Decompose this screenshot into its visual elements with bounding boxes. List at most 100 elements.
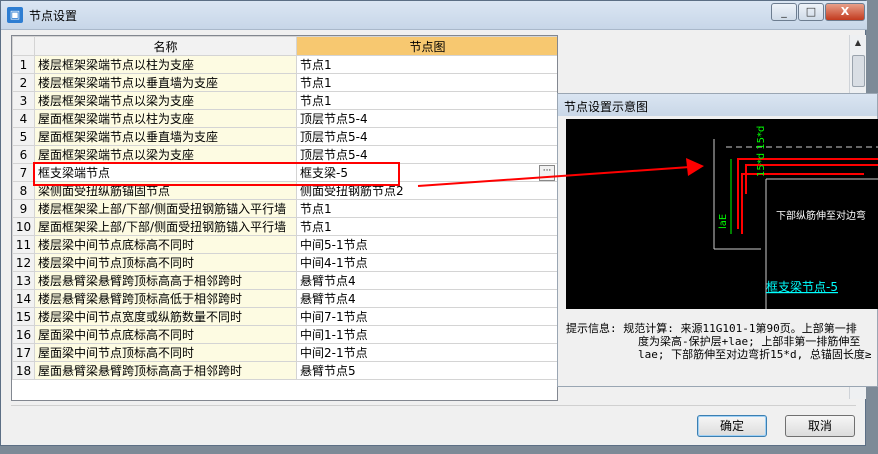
- row-number: 9: [12, 199, 35, 218]
- setting-name-cell[interactable]: 楼层框架梁端节点以垂直墙为支座: [34, 73, 297, 92]
- table-row[interactable]: 8 梁侧面受扭纵筋锚固节点 侧面受扭钢筋节点2: [12, 181, 557, 200]
- row-number: 14: [12, 289, 35, 308]
- node-settings-table: 名称 节点图 1 楼层框架梁端节点以柱为支座 节点1 2 楼层框架梁端节点以垂直墙为支座…: [11, 35, 558, 401]
- table-row[interactable]: 3 楼层框架梁端节点以梁为支座 节点1: [12, 91, 557, 110]
- scroll-up-arrow-icon[interactable]: ▲: [850, 35, 866, 51]
- maximize-button[interactable]: □: [798, 3, 824, 21]
- node-diagram-cell[interactable]: 侧面受扭钢筋节点2: [296, 181, 557, 200]
- diagram-preview-panel: 节点设置示意图 15*d 15*d laE 下部纵筋伸至对边弯 框支梁节点-5 …: [557, 93, 878, 387]
- table-row[interactable]: 1 楼层框架梁端节点以柱为支座 节点1: [12, 55, 557, 74]
- setting-name-cell[interactable]: 楼层梁中间节点底标高不同时: [34, 235, 297, 254]
- table-row[interactable]: 2 楼层框架梁端节点以垂直墙为支座 节点1: [12, 73, 557, 92]
- ellipsis-button[interactable]: ···: [539, 165, 555, 181]
- minimize-button[interactable]: _: [771, 3, 797, 21]
- node-diagram-cell[interactable]: ··· 框支梁-5: [296, 163, 557, 182]
- hint-line-1: 提示信息: 规范计算: 来源11G101-1第90页。上部第一排: [566, 322, 857, 335]
- row-number-header: [12, 36, 35, 56]
- setting-name-cell[interactable]: 楼层框架梁端节点以柱为支座: [34, 55, 297, 74]
- diagram-drawing: 15*d 15*d laE 下部纵筋伸至对边弯 框支梁节点-5: [713, 126, 878, 309]
- table-row[interactable]: 5 屋面框架梁端节点以垂直墙为支座 顶层节点5-4: [12, 127, 557, 146]
- hint-line-2: 度为梁高-保护层+lae; 上部非第一排筋伸至: [638, 335, 861, 348]
- table-row[interactable]: 7 框支梁端节点 ··· 框支梁-5: [12, 163, 557, 182]
- row-number: 11: [12, 235, 35, 254]
- table-row[interactable]: 9 楼层框架梁上部/下部/侧面受扭钢筋锚入平行墙 节点1: [12, 199, 557, 218]
- title-bar: ▣ 节点设置 _ □ X: [1, 1, 867, 30]
- setting-name-cell[interactable]: 楼层悬臂梁悬臂跨顶标高高于相邻跨时: [34, 271, 297, 290]
- rebar-note: 下部纵筋伸至对边弯: [776, 209, 866, 222]
- node-diagram-cell[interactable]: 节点1: [296, 91, 557, 110]
- node-diagram-column-header[interactable]: 节点图: [296, 36, 557, 56]
- row-number: 18: [12, 361, 35, 380]
- row-number: 7: [12, 163, 35, 182]
- setting-name-cell[interactable]: 屋面框架梁上部/下部/侧面受扭钢筋锚入平行墙: [34, 217, 297, 236]
- node-diagram-cell[interactable]: 中间5-1节点: [296, 235, 557, 254]
- setting-name-cell[interactable]: 梁侧面受扭纵筋锚固节点: [34, 181, 297, 200]
- setting-name-cell[interactable]: 楼层框架梁上部/下部/侧面受扭钢筋锚入平行墙: [34, 199, 297, 218]
- setting-name-cell[interactable]: 框支梁端节点: [34, 163, 297, 182]
- row-number: 17: [12, 343, 35, 362]
- node-diagram-cell[interactable]: 中间4-1节点: [296, 253, 557, 272]
- hint-text: 提示信息: 规范计算: 来源11G101-1第90页。上部第一排 度为梁高-保护…: [566, 322, 878, 361]
- node-diagram-cell[interactable]: 顶层节点5-4: [296, 127, 557, 146]
- row-number: 10: [12, 217, 35, 236]
- name-column-header[interactable]: 名称: [34, 36, 297, 56]
- lae-label: laE: [718, 214, 729, 229]
- node-diagram-value: 框支梁-5: [300, 166, 348, 180]
- hint-line-3: lae; 下部筋伸至对边弯折15*d, 总锚固长度≥: [638, 348, 872, 361]
- setting-name-cell[interactable]: 楼层梁中间节点顶标高不同时: [34, 253, 297, 272]
- node-diagram-cell[interactable]: 顶层节点5-4: [296, 109, 557, 128]
- table-row[interactable]: 4 屋面框架梁端节点以柱为支座 顶层节点5-4: [12, 109, 557, 128]
- setting-name-cell[interactable]: 楼层悬臂梁悬臂跨顶标高低于相邻跨时: [34, 289, 297, 308]
- preview-title: 节点设置示意图: [564, 100, 649, 114]
- table-row[interactable]: 11 楼层梁中间节点底标高不同时 中间5-1节点: [12, 235, 557, 254]
- row-number: 5: [12, 127, 35, 146]
- setting-name-cell[interactable]: 屋面梁中间节点底标高不同时: [34, 325, 297, 344]
- row-number: 3: [12, 91, 35, 110]
- node-diagram-cell[interactable]: 中间7-1节点: [296, 307, 557, 326]
- table-row[interactable]: 6 屋面框架梁端节点以梁为支座 顶层节点5-4: [12, 145, 557, 164]
- table-row[interactable]: 15 楼层梁中间节点宽度或纵筋数量不同时 中间7-1节点: [12, 307, 557, 326]
- setting-name-cell[interactable]: 屋面框架梁端节点以柱为支座: [34, 109, 297, 128]
- setting-name-cell[interactable]: 楼层梁中间节点宽度或纵筋数量不同时: [34, 307, 297, 326]
- setting-name-cell[interactable]: 屋面梁中间节点顶标高不同时: [34, 343, 297, 362]
- row-number: 13: [12, 271, 35, 290]
- node-diagram-cell[interactable]: 节点1: [296, 73, 557, 92]
- node-diagram-image: 15*d 15*d laE 下部纵筋伸至对边弯 框支梁节点-5: [566, 119, 878, 309]
- table-row[interactable]: 17 屋面梁中间节点顶标高不同时 中间2-1节点: [12, 343, 557, 362]
- row-number: 16: [12, 325, 35, 344]
- cancel-button[interactable]: 取消: [785, 415, 855, 437]
- table-row[interactable]: 18 屋面悬臂梁悬臂跨顶标高高于相邻跨时 悬臂节点5: [12, 361, 557, 380]
- app-icon: ▣: [7, 7, 23, 23]
- diagram-caption: 框支梁节点-5: [766, 279, 838, 294]
- table-row[interactable]: 10 屋面框架梁上部/下部/侧面受扭钢筋锚入平行墙 节点1: [12, 217, 557, 236]
- setting-name-cell[interactable]: 楼层框架梁端节点以梁为支座: [34, 91, 297, 110]
- node-diagram-cell[interactable]: 中间1-1节点: [296, 325, 557, 344]
- row-number: 1: [12, 55, 35, 74]
- close-button[interactable]: X: [825, 3, 865, 21]
- table-row[interactable]: 14 楼层悬臂梁悬臂跨顶标高低于相邻跨时 悬臂节点4: [12, 289, 557, 308]
- bottom-rebar-line: [741, 173, 864, 234]
- table-header-row: 名称 节点图: [12, 36, 557, 56]
- row-number: 4: [12, 109, 35, 128]
- table-row[interactable]: 12 楼层梁中间节点顶标高不同时 中间4-1节点: [12, 253, 557, 272]
- node-diagram-cell[interactable]: 悬臂节点5: [296, 361, 557, 380]
- node-diagram-cell[interactable]: 节点1: [296, 55, 557, 74]
- table-row[interactable]: 16 屋面梁中间节点底标高不同时 中间1-1节点: [12, 325, 557, 344]
- row-number: 6: [12, 145, 35, 164]
- row-number: 15: [12, 307, 35, 326]
- setting-name-cell[interactable]: 屋面框架梁端节点以垂直墙为支座: [34, 127, 297, 146]
- scroll-thumb[interactable]: [852, 55, 865, 87]
- setting-name-cell[interactable]: 屋面悬臂梁悬臂跨顶标高高于相邻跨时: [34, 361, 297, 380]
- node-diagram-cell[interactable]: 中间2-1节点: [296, 343, 557, 362]
- node-diagram-cell[interactable]: 顶层节点5-4: [296, 145, 557, 164]
- node-diagram-cell[interactable]: 悬臂节点4: [296, 289, 557, 308]
- node-diagram-cell[interactable]: 节点1: [296, 199, 557, 218]
- node-diagram-cell[interactable]: 节点1: [296, 217, 557, 236]
- node-diagram-cell[interactable]: 悬臂节点4: [296, 271, 557, 290]
- table-row[interactable]: 13 楼层悬臂梁悬臂跨顶标高高于相邻跨时 悬臂节点4: [12, 271, 557, 290]
- divider: [11, 405, 856, 406]
- setting-name-cell[interactable]: 屋面框架梁端节点以梁为支座: [34, 145, 297, 164]
- preview-title-bar: 节点设置示意图: [558, 94, 877, 116]
- dimension-label: 15*d 15*d: [756, 126, 767, 177]
- ok-button[interactable]: 确定: [697, 415, 767, 437]
